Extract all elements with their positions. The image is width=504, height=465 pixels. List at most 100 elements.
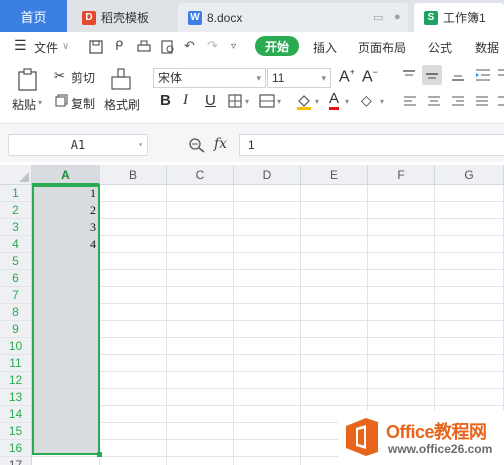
menu-file[interactable]: 文件: [34, 39, 58, 56]
font-color-icon[interactable]: A: [329, 91, 340, 110]
tab-home[interactable]: 首页: [0, 0, 67, 32]
print-icon[interactable]: [137, 40, 151, 54]
row-header-2[interactable]: 2: [0, 202, 32, 219]
decrease-font-icon[interactable]: A−: [362, 67, 378, 86]
formula-bar: A1 ▾ fx 1: [0, 124, 504, 162]
watermark-url: www.office26.com: [388, 442, 493, 456]
cut-button[interactable]: 剪切: [71, 69, 95, 86]
row-header-7[interactable]: 7: [0, 287, 32, 304]
align-center-icon[interactable]: [427, 95, 441, 107]
underline-button[interactable]: U: [205, 92, 216, 109]
row-header-1[interactable]: 1: [0, 185, 32, 202]
row-header-5[interactable]: 5: [0, 253, 32, 270]
fx-icon[interactable]: fx: [214, 136, 227, 152]
row-header-16[interactable]: 16: [0, 440, 32, 457]
menu-start[interactable]: 开始: [255, 36, 299, 56]
menu-page-layout[interactable]: 页面布局: [358, 39, 406, 56]
merge-cells-icon[interactable]: [259, 94, 275, 108]
paste-dropdown-icon[interactable]: ▾: [38, 98, 42, 107]
zoom-icon[interactable]: [188, 137, 206, 153]
name-box-dropdown-icon[interactable]: ▾: [138, 135, 143, 155]
tab-document[interactable]: W 8.docx ▭ ●: [178, 3, 408, 32]
font-color-dropdown-icon[interactable]: ▾: [345, 97, 349, 106]
align-left-icon[interactable]: [403, 95, 417, 107]
select-all-corner[interactable]: [0, 165, 32, 185]
print-preview-icon[interactable]: [161, 40, 175, 54]
paste-icon[interactable]: [16, 68, 40, 92]
align-top-icon[interactable]: [402, 69, 416, 81]
clear-dropdown-icon[interactable]: ▾: [380, 97, 384, 106]
border-icon[interactable]: [228, 94, 242, 108]
justify-icon[interactable]: [475, 95, 489, 107]
column-header-f[interactable]: F: [368, 165, 435, 185]
hamburger-icon[interactable]: ☰: [14, 37, 27, 54]
row-header-10[interactable]: 10: [0, 338, 32, 355]
formula-input[interactable]: 1: [239, 134, 504, 156]
chevron-down-icon[interactable]: ∨: [62, 41, 69, 52]
cell-a2[interactable]: 2: [34, 202, 96, 219]
redo-icon[interactable]: ↷: [207, 38, 218, 54]
font-size-value: 11: [272, 71, 285, 85]
row-header-15[interactable]: 15: [0, 423, 32, 440]
undo-icon[interactable]: ↶: [184, 38, 195, 54]
fill-color-dropdown-icon[interactable]: ▾: [315, 97, 319, 106]
column-header-a[interactable]: A: [32, 165, 100, 185]
bold-button[interactable]: B: [160, 92, 171, 109]
increase-font-icon[interactable]: A+: [339, 67, 355, 86]
border-dropdown-icon[interactable]: ▾: [245, 97, 249, 106]
clear-format-icon[interactable]: ◇: [361, 92, 372, 109]
menu-formula[interactable]: 公式: [428, 39, 452, 56]
redo-format-icon[interactable]: ᑭ: [115, 38, 123, 54]
grid-hline: [32, 405, 504, 406]
fill-color-icon[interactable]: [295, 92, 313, 110]
row-header-13[interactable]: 13: [0, 389, 32, 406]
grid-hline: [32, 303, 504, 304]
align-middle-button[interactable]: [422, 65, 442, 85]
row-header-12[interactable]: 12: [0, 372, 32, 389]
font-size-select[interactable]: 11 ▾: [267, 68, 331, 88]
align-right-icon[interactable]: [451, 95, 465, 107]
row-header-9[interactable]: 9: [0, 321, 32, 338]
row-header-17[interactable]: 17: [0, 457, 32, 465]
wrap-icon[interactable]: [497, 68, 504, 82]
row-header-6[interactable]: 6: [0, 270, 32, 287]
row-header-3[interactable]: 3: [0, 219, 32, 236]
grid-hline: [32, 371, 504, 372]
column-header-b[interactable]: B: [100, 165, 167, 185]
scissors-icon: ✂: [54, 68, 65, 83]
tab-workbook[interactable]: S 工作簿1: [414, 3, 504, 32]
cell-a1[interactable]: 1: [34, 185, 96, 202]
row-header-4[interactable]: 4: [0, 236, 32, 253]
indent-icon[interactable]: [475, 68, 491, 82]
screen-icon[interactable]: ▭: [373, 11, 383, 24]
row-header-8[interactable]: 8: [0, 304, 32, 321]
menu-data[interactable]: 数据: [475, 39, 499, 56]
office-logo-icon: [346, 418, 378, 456]
paste-button[interactable]: 粘贴: [12, 96, 36, 113]
column-header-d[interactable]: D: [234, 165, 301, 185]
cell-a3[interactable]: 3: [34, 219, 96, 236]
row-header-14[interactable]: 14: [0, 406, 32, 423]
format-painter-icon: [111, 68, 131, 90]
grid-hline: [32, 201, 504, 202]
distribute-icon[interactable]: [497, 95, 504, 107]
column-header-e[interactable]: E: [301, 165, 368, 185]
grid-vline: [166, 185, 167, 465]
align-bottom-icon[interactable]: [451, 69, 465, 81]
save-icon[interactable]: [89, 40, 103, 54]
cell-a4[interactable]: 4: [34, 236, 96, 253]
copy-button[interactable]: 复制: [71, 95, 95, 112]
font-name-select[interactable]: 宋体 ▾: [153, 68, 266, 88]
menu-insert[interactable]: 插入: [313, 39, 337, 56]
row-header-11[interactable]: 11: [0, 355, 32, 372]
column-header-g[interactable]: G: [435, 165, 504, 185]
quick-access-dropdown-icon[interactable]: ▿: [231, 41, 236, 52]
watermark-title: Office教程网: [386, 422, 487, 442]
column-header-c[interactable]: C: [167, 165, 234, 185]
italic-button[interactable]: I: [183, 92, 188, 109]
tab-daoke-templates[interactable]: D 稻壳模板: [72, 3, 174, 32]
merge-dropdown-icon[interactable]: ▾: [277, 97, 281, 106]
name-box[interactable]: A1 ▾: [8, 134, 148, 156]
fill-handle[interactable]: [97, 452, 102, 457]
format-painter-button[interactable]: 格式刷: [104, 96, 140, 113]
